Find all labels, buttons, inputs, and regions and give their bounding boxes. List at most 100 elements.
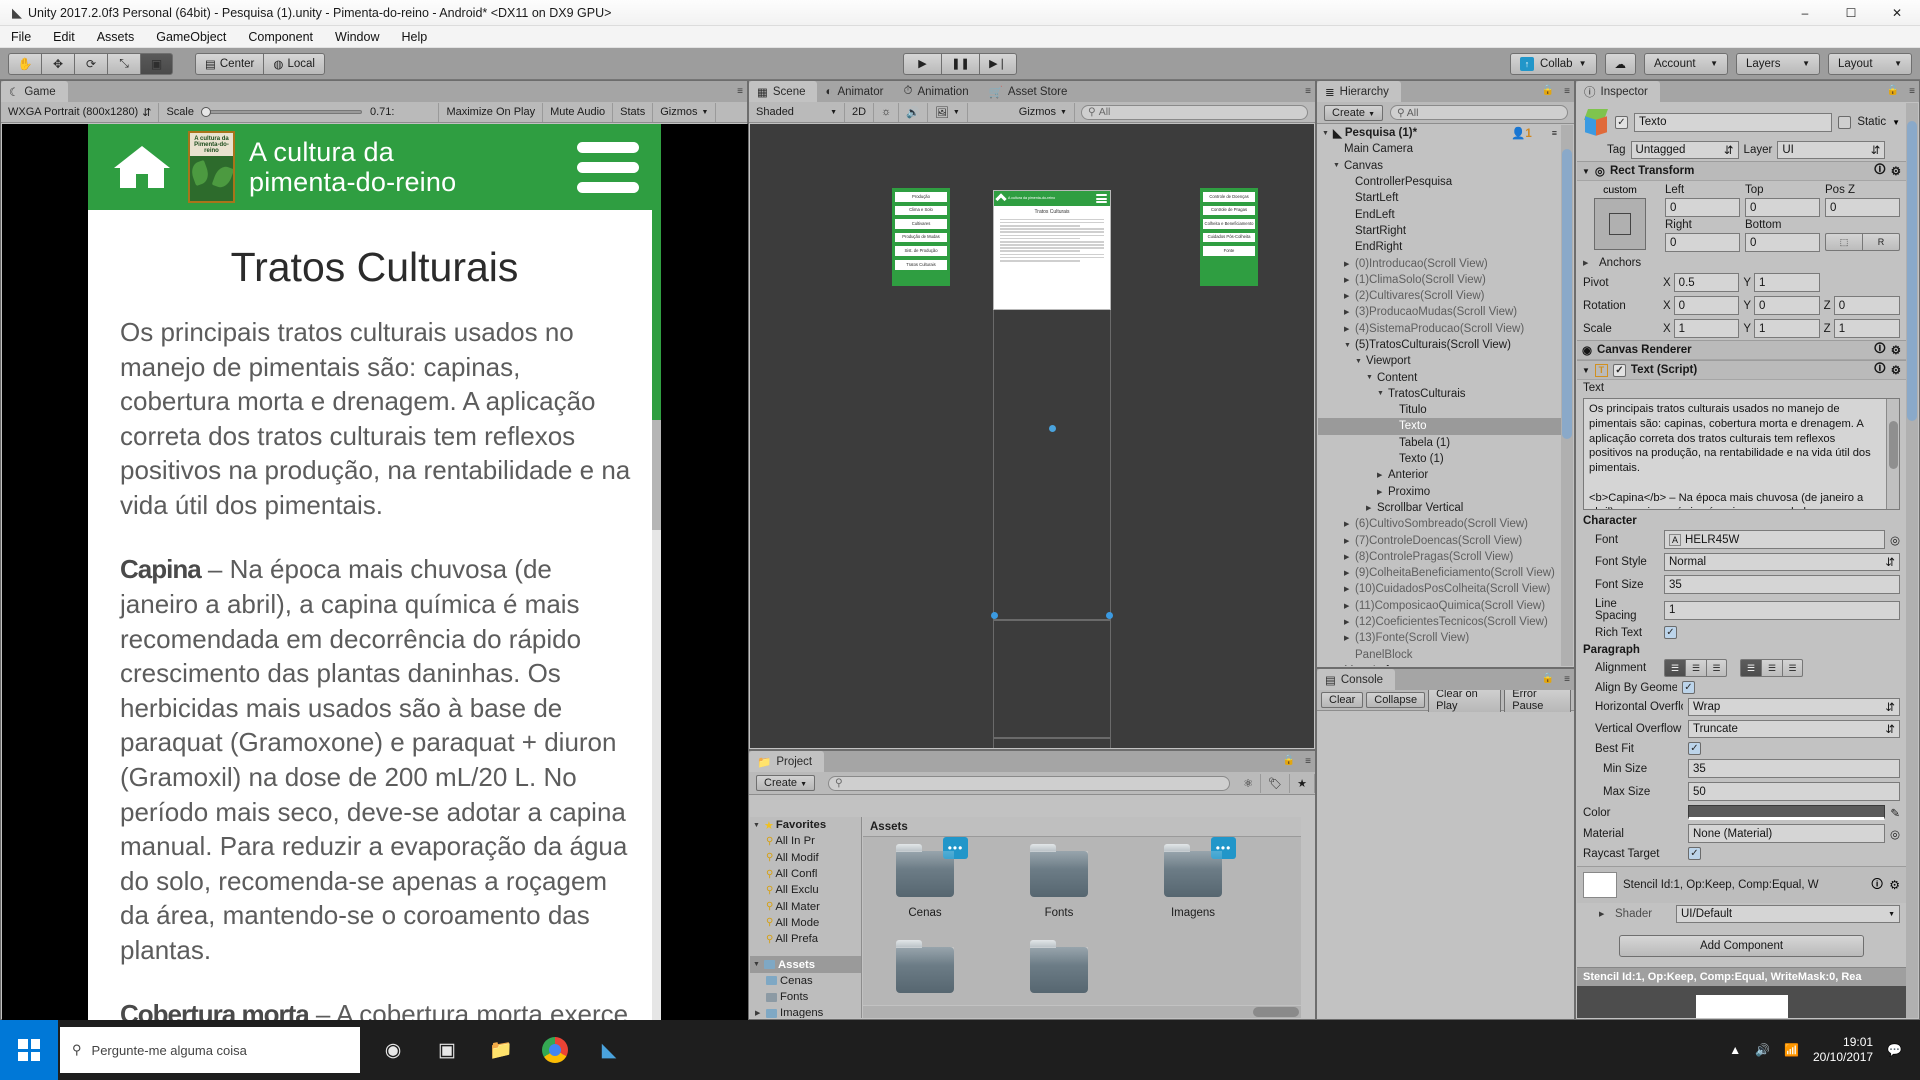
list-item[interactable]: ⚲ All Mater [750,898,861,914]
tab-inspector[interactable]: ⓘ Inspector [1576,81,1660,102]
maximize-on-play-toggle[interactable]: Maximize On Play [439,102,544,122]
horizontal-overflow-dropdown[interactable]: Wrap ⇵ [1688,698,1900,716]
menu-item[interactable]: Cultivares [895,219,947,229]
hierarchy-item[interactable]: (3)ProducaoMudas(Scroll View) [1318,304,1561,320]
lock-icon[interactable]: 🔒 [1283,755,1295,766]
lock-icon[interactable]: 🔒 [1887,85,1899,96]
list-item[interactable]: Cenas [750,973,861,989]
shading-dropdown[interactable]: Shaded ▼ [749,102,845,122]
search-by-label-icon[interactable]: 🏷 [1261,773,1291,793]
game-gizmos-dropdown[interactable]: Gizmos ▼ [653,102,717,122]
tab-asset-store[interactable]: 🛒 Asset Store [980,81,1080,102]
file-explorer-icon[interactable]: 📁 [476,1020,526,1080]
menu-item[interactable]: Produção de Mudas [895,232,947,243]
scene-search-field[interactable]: ⚲ All [1075,103,1315,122]
asset-folder-item[interactable]: ••• Imagens [1155,837,1236,919]
scene-root[interactable]: ◣ Pesquisa (1)* 👤1 ≡ [1318,125,1561,141]
text-value-textarea[interactable]: Os principais tratos culturais usados no… [1583,398,1900,510]
tab-project[interactable]: 📁 Project [749,751,825,772]
font-field[interactable]: A HELR45W [1664,530,1885,549]
gameobject-enabled-checkbox[interactable]: ✓ [1615,115,1628,129]
panel-menu-icon[interactable]: ≡ [1552,128,1557,138]
scale-slider-group[interactable]: Scale 0.71: [159,102,440,122]
favorites-group[interactable]: ★ Favorites [750,817,861,833]
chevron-icon[interactable] [1344,537,1355,545]
show-hidden-icons-icon[interactable]: ▲ [1729,1043,1741,1057]
posz-field[interactable]: 0 [1825,198,1900,217]
list-item[interactable]: ⚲ All Mode [750,915,861,931]
textarea-scrollbar[interactable] [1886,399,1899,509]
maximize-button[interactable]: ☐ [1828,0,1874,26]
scrollbar-thumb[interactable] [1907,121,1917,421]
error-pause-button[interactable]: Error Pause [1504,686,1571,714]
help-icon[interactable]: 🛈 [1874,361,1886,380]
font-style-dropdown[interactable]: Normal ⇵ [1664,553,1900,571]
align-right-icon[interactable]: ☰ [1706,659,1727,677]
layout-button[interactable]: Layout ▼ [1828,52,1912,75]
lighting-toggle-icon[interactable]: ☼ [874,102,900,122]
audio-toggle-icon[interactable]: 🔊 [899,102,928,122]
hierarchy-search-field[interactable]: ⚲ All [1390,105,1574,120]
task-view-icon[interactable]: ▣ [422,1020,472,1080]
chrome-icon[interactable] [530,1020,580,1080]
hierarchy-item[interactable]: EndLeft [1318,206,1561,222]
close-button[interactable]: ✕ [1874,0,1920,26]
panel-menu-icon[interactable]: ≡ [1564,674,1570,685]
hierarchy-item[interactable]: Content [1318,369,1561,385]
hierarchy-item[interactable]: Anterior [1318,467,1561,483]
hierarchy-item[interactable]: PanelBlock [1318,647,1561,663]
collab-button[interactable]: ↑ Collab ▼ [1509,52,1597,75]
help-icon[interactable]: 🛈 [1874,162,1886,181]
rect-transform-header[interactable]: ▼ ◎ Rect Transform 🛈 ⚙ [1577,161,1906,181]
hierarchy-item[interactable]: Canvas [1318,158,1561,174]
chevron-icon[interactable] [1377,471,1388,479]
asset-folder-item[interactable]: Fonts [1021,844,1097,919]
hierarchy-item[interactable]: Scrollbar Vertical [1318,500,1561,516]
scale-z-field[interactable]: 1 [1833,319,1900,338]
chevron-down-icon[interactable]: ▼ [1892,118,1900,127]
chevron-icon[interactable] [1355,358,1366,365]
scale-tool-icon[interactable]: ⤡ [107,52,140,75]
project-search-field[interactable]: ⚲ [822,775,1236,791]
menu-assets[interactable]: Assets [86,28,146,46]
align-left-icon[interactable]: ☰ [1664,659,1685,677]
menu-item[interactable]: Controle de Pragas [1203,205,1255,216]
tab-game[interactable]: ☾ Game [1,81,68,102]
align-bottom-icon[interactable]: ☰ [1782,659,1803,677]
chevron-icon[interactable] [1377,390,1388,397]
color-swatch[interactable] [1688,805,1886,820]
blueprint-mode-button[interactable]: ⬚ [1825,233,1862,251]
app-scrollbar-thumb[interactable] [652,210,661,420]
tab-animator[interactable]: ◐ Animator [817,81,896,102]
chevron-icon[interactable] [1344,292,1355,300]
pivot-x-field[interactable]: 0.5 [1673,273,1740,292]
list-item[interactable]: ⚲ All Prefa [750,931,861,947]
pivot-y-field[interactable]: 1 [1754,273,1820,292]
hierarchy-item[interactable]: Proximo [1318,484,1561,500]
chevron-icon[interactable] [1344,325,1355,333]
effects-dropdown-icon[interactable]: 🖼 ▼ [928,102,968,122]
hierarchy-item[interactable]: Texto (1) [1318,451,1561,467]
scrollbar-thumb[interactable] [1562,149,1572,439]
hierarchy-item[interactable]: (8)ControlePragas(Scroll View) [1318,549,1561,565]
scale-y-field[interactable]: 1 [1754,319,1820,338]
chevron-icon[interactable] [1344,569,1355,577]
panel-menu-icon[interactable]: ≡ [737,86,743,97]
scale-slider-thumb[interactable] [200,107,211,117]
align-top-icon[interactable]: ☰ [1740,659,1761,677]
font-size-field[interactable]: 35 [1664,575,1900,594]
chevron-icon[interactable] [1344,585,1355,593]
panel-menu-icon[interactable]: ≡ [1305,86,1311,97]
hierarchy-item[interactable]: MenuLeft [1318,663,1561,666]
menu-item[interactable]: Sist. de Produção [895,246,947,257]
app-scrollbar[interactable] [652,210,661,1020]
list-item[interactable]: ⚲ All Exclu [750,882,861,898]
align-center-icon[interactable]: ☰ [1685,659,1706,677]
hierarchy-item[interactable]: StartRight [1318,223,1561,239]
hierarchy-item[interactable]: StartLeft [1318,190,1561,206]
pivot-space-button[interactable]: ◍ Local [263,52,325,75]
list-item[interactable]: Fonts [750,989,861,1005]
layers-button[interactable]: Layers ▼ [1736,52,1820,75]
list-item[interactable]: ⚲ All Modif [750,850,861,866]
gizmo-pivot[interactable] [1049,425,1056,432]
